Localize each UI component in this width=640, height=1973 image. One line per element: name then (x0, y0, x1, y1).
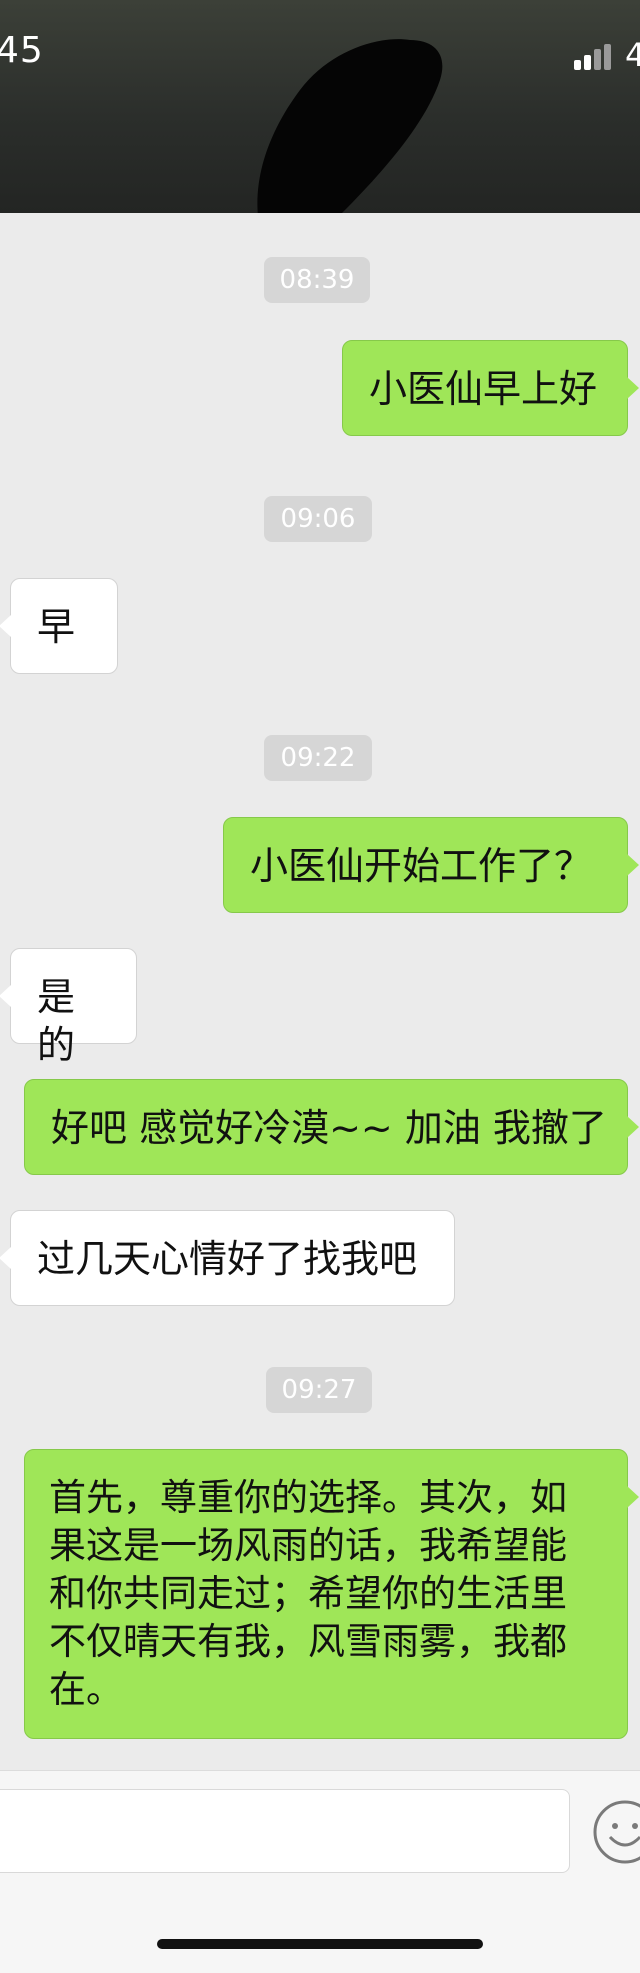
bubble-tail (0, 1247, 11, 1269)
message-text: 首先，尊重你的选择。其次，如果这是一场风雨的话，我希望能和你共同走过；希望你的生… (49, 1476, 567, 1711)
chat-header: 45 4 (0, 0, 640, 213)
timestamp: 09:06 (264, 496, 372, 542)
timestamp: 08:39 (264, 257, 370, 303)
sent-message-bubble[interactable]: 好吧 感觉好冷漠~~ 加油 我撤了 (24, 1079, 639, 1175)
redaction-scribble (257, 39, 443, 213)
signal-strength-icon (574, 40, 614, 70)
bubble-tail (627, 854, 639, 876)
bubble-tail (627, 1486, 639, 1508)
bubble-tail (627, 1116, 639, 1138)
received-message-bubble[interactable]: 是的 (0, 948, 137, 1067)
bubble-tail (627, 377, 639, 399)
bubble-tail (0, 985, 11, 1007)
message-text: 小医仙早上好 (369, 367, 598, 411)
message-input[interactable] (0, 1789, 570, 1873)
message-text: 早 (37, 605, 76, 649)
status-time: 45 (0, 30, 44, 71)
received-message-bubble[interactable]: 过几天心情好了找我吧 (0, 1210, 455, 1306)
message-text: 过几天心情好了找我吧 (37, 1237, 418, 1281)
bubble-tail (0, 615, 11, 637)
sent-message-bubble[interactable]: 小医仙开始工作了？ (223, 817, 639, 913)
sent-message-bubble[interactable]: 首先，尊重你的选择。其次，如果这是一场风雨的话，我希望能和你共同走过；希望你的生… (24, 1449, 639, 1739)
message-text: 好吧 感觉好冷漠~~ 加油 我撤了 (51, 1106, 607, 1150)
timestamp: 09:27 (266, 1367, 372, 1413)
status-battery: 4 (625, 36, 640, 74)
home-indicator[interactable] (157, 1939, 483, 1949)
timestamp: 09:22 (264, 735, 372, 781)
message-text: 小医仙开始工作了？ (250, 844, 593, 888)
emoji-icon[interactable] (592, 1799, 640, 1865)
sent-message-bubble[interactable]: 小医仙早上好 (342, 340, 639, 436)
received-message-bubble[interactable]: 早 (0, 578, 118, 674)
message-text: 是的 (37, 975, 76, 1067)
